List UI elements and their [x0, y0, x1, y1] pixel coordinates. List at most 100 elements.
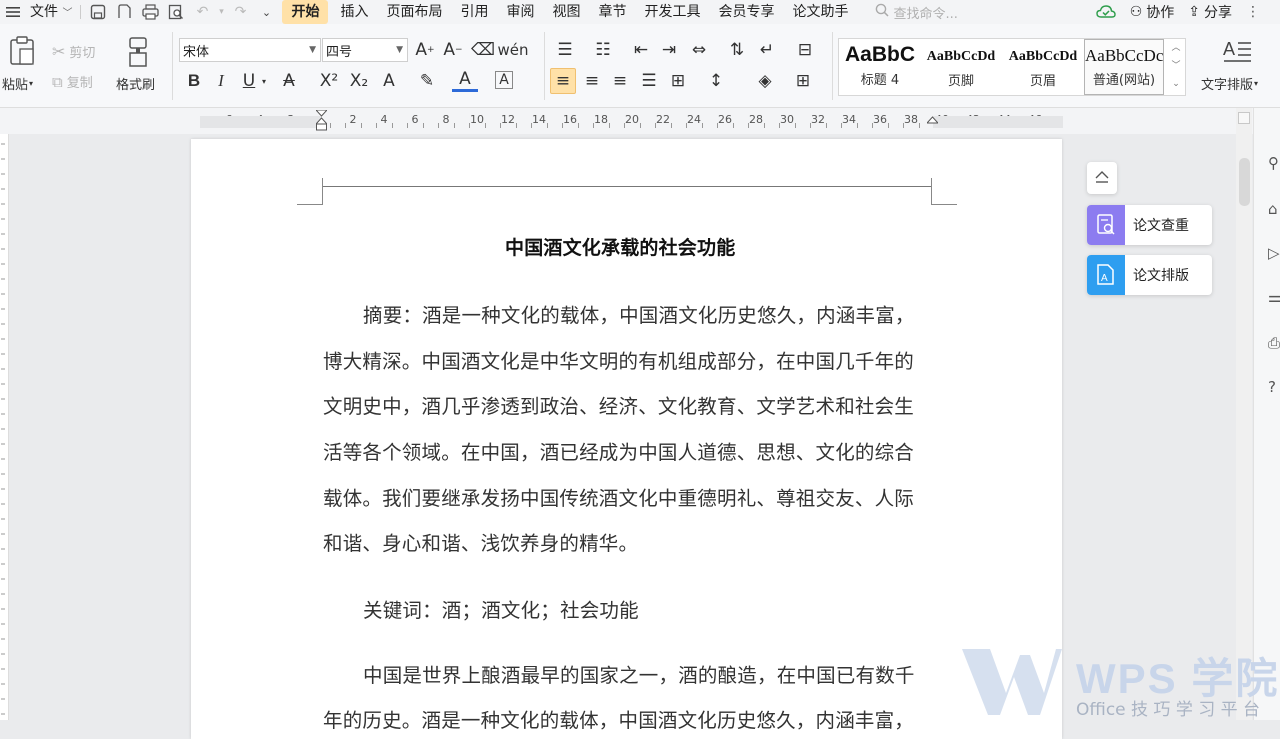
keywords-line[interactable]: 关键词：酒；酒文化；社会功能: [363, 594, 639, 623]
collaborate-button[interactable]: ⚇ 协作: [1130, 2, 1175, 22]
char-border-icon[interactable]: A: [495, 71, 513, 89]
print-icon[interactable]: [137, 0, 163, 24]
tab-developer[interactable]: 开发工具: [635, 0, 709, 24]
more-menu-icon[interactable]: ⋮: [1246, 4, 1260, 20]
horizontal-ruler[interactable]: 6422468101214161820222426283032343638404…: [0, 108, 1280, 134]
header-corner-mark: [297, 204, 323, 205]
superscript-icon[interactable]: X²: [316, 68, 342, 94]
format-painter-icon[interactable]: [124, 36, 152, 68]
output-pdf-icon[interactable]: [111, 0, 137, 24]
align-right-icon[interactable]: ≡: [607, 68, 633, 94]
scrollbar-thumb[interactable]: [1239, 158, 1250, 206]
abstract-line[interactable]: 和谐、身心和谐、浅饮养身的精华。: [323, 527, 638, 556]
abstract-line[interactable]: 博大精深。中国酒文化是中华文明的有机组成部分，在中国几千年的: [323, 345, 914, 374]
collapse-panel-button[interactable]: [1087, 162, 1117, 194]
text-layout-button[interactable]: 文字排版 ▾: [1201, 74, 1258, 93]
align-center-icon[interactable]: ≡: [579, 68, 605, 94]
shading-icon[interactable]: ◈: [752, 68, 778, 94]
font-size-select[interactable]: 四号 ▼: [322, 38, 408, 62]
paste-label: 粘贴: [2, 78, 29, 93]
subscript-icon[interactable]: X₂: [346, 68, 372, 94]
align-left-icon[interactable]: ≡: [550, 68, 576, 94]
decrease-indent-icon[interactable]: ⇤: [628, 37, 654, 63]
text-effect-icon[interactable]: A: [376, 68, 402, 94]
style-panel-icon[interactable]: ⚲: [1268, 154, 1279, 172]
tab-member[interactable]: 会员专享: [709, 0, 783, 24]
tab-insert[interactable]: 插入: [331, 0, 377, 24]
tab-references[interactable]: 引用: [451, 0, 497, 24]
abstract-line[interactable]: 活等各个领域。在中国，酒已经成为中国人道德、思想、文化的综合: [323, 436, 914, 465]
pointer-icon[interactable]: ▷: [1268, 244, 1280, 262]
share-label: 分享: [1204, 5, 1232, 21]
select-icon[interactable]: ⌂: [1268, 200, 1278, 218]
backup-icon[interactable]: ⎙: [1268, 334, 1280, 352]
abstract-line[interactable]: 载体。我们要继承发扬中国传统酒文化中重德明礼、尊祖交友、人际: [323, 482, 914, 511]
tab-review[interactable]: 审阅: [497, 0, 543, 24]
bullet-list-icon[interactable]: ☰: [552, 37, 578, 63]
grow-font-icon[interactable]: A +: [412, 37, 438, 63]
header-corner-mark: [322, 178, 323, 205]
abstract-line[interactable]: 摘要：酒是一种文化的载体，中国酒文化历史悠久，内涵丰富，: [363, 299, 915, 328]
italic-icon[interactable]: I: [208, 68, 234, 94]
thesis-layout-button[interactable]: A 论文排版: [1087, 255, 1212, 295]
tab-thesis-assistant[interactable]: 论文助手: [783, 0, 857, 24]
document-title[interactable]: 中国酒文化承载的社会功能: [505, 233, 735, 260]
font-name-select[interactable]: 宋体 ▼: [179, 38, 321, 62]
shrink-font-icon[interactable]: A −: [440, 37, 466, 63]
style-header[interactable]: AaBbCcDd 页眉: [1003, 39, 1083, 95]
numbered-list-icon[interactable]: ☷: [590, 37, 616, 63]
paste-button[interactable]: 粘贴 ▾: [2, 74, 33, 93]
style-heading-4[interactable]: AaBbC 标题 4: [840, 39, 920, 95]
distributed-icon[interactable]: ⊞: [665, 68, 691, 94]
help-icon[interactable]: ?: [1268, 378, 1276, 396]
ruler-tick: [438, 123, 440, 128]
increase-indent-icon[interactable]: ⇥: [656, 37, 682, 63]
chinese-layout-icon[interactable]: ⇔: [686, 37, 712, 63]
print-preview-icon[interactable]: [163, 0, 189, 24]
copy-button[interactable]: ⧉ 复制: [52, 72, 93, 92]
customize-toolbar-icon[interactable]: ⌄: [253, 0, 279, 24]
file-menu[interactable]: 文件 ﹀: [26, 0, 76, 24]
format-painter-button[interactable]: 格式刷: [116, 74, 155, 93]
cloud-sync-icon[interactable]: [1096, 4, 1116, 20]
bold-icon[interactable]: B: [181, 68, 207, 94]
command-search[interactable]: 查找命令...: [875, 3, 995, 22]
undo-icon[interactable]: ↶: [189, 0, 215, 24]
clear-format-icon[interactable]: ⌫: [470, 37, 496, 63]
styles-scroll[interactable]: ︿ ﹀ ⌄: [1167, 39, 1185, 95]
borders-icon[interactable]: ⊞: [790, 68, 816, 94]
line-spacing-icon[interactable]: ↕: [703, 68, 729, 94]
text-layout-icon[interactable]: A: [1220, 36, 1254, 66]
right-indent-marker[interactable]: [925, 114, 940, 128]
tab-view[interactable]: 视图: [543, 0, 589, 24]
scroll-top-button[interactable]: [1238, 112, 1250, 124]
justify-icon[interactable]: ☰: [636, 68, 662, 94]
strikethrough-icon[interactable]: A: [276, 68, 302, 94]
tab-stops-icon[interactable]: ⊟: [792, 37, 818, 63]
sort-icon[interactable]: ⇅: [724, 37, 750, 63]
cut-button[interactable]: ✂ 剪切: [52, 42, 95, 61]
tab-section[interactable]: 章节: [589, 0, 635, 24]
highlight-icon[interactable]: ✎: [414, 68, 440, 94]
style-sample: AaBbCcDd: [926, 49, 996, 64]
thesis-check-button[interactable]: 论文查重: [1087, 205, 1212, 245]
font-color-icon[interactable]: A: [452, 68, 478, 92]
style-normal-web[interactable]: AaBbCcDc 普通(网站): [1084, 39, 1164, 95]
indent-marker[interactable]: [314, 109, 329, 132]
share-button[interactable]: ⇪ 分享: [1188, 2, 1232, 22]
tab-home[interactable]: 开始: [282, 0, 329, 24]
hamburger-icon[interactable]: [0, 0, 26, 24]
style-footer[interactable]: AaBbCcDd 页脚: [921, 39, 1001, 95]
undo-dropdown-icon[interactable]: ▾: [215, 0, 227, 24]
body-line[interactable]: 年的历史。酒是一种文化的载体，中国酒文化历史悠久，内涵丰富，: [323, 704, 914, 733]
redo-icon[interactable]: ↷: [227, 0, 253, 24]
settings-slider-icon[interactable]: ⚌: [1268, 288, 1280, 306]
save-icon[interactable]: [85, 0, 111, 24]
phonetic-guide-icon[interactable]: wén: [498, 37, 529, 63]
tab-page-layout[interactable]: 页面布局: [377, 0, 451, 24]
show-marks-icon[interactable]: ↵: [754, 37, 780, 63]
body-line[interactable]: 中国是世界上酿酒最早的国家之一，酒的酿造，在中国已有数千: [363, 659, 915, 688]
paste-icon[interactable]: [6, 34, 38, 66]
underline-dropdown-icon[interactable]: ▾: [258, 68, 270, 94]
abstract-line[interactable]: 文明史中，酒几乎渗透到政治、经济、文化教育、文学艺术和社会生: [323, 390, 914, 419]
